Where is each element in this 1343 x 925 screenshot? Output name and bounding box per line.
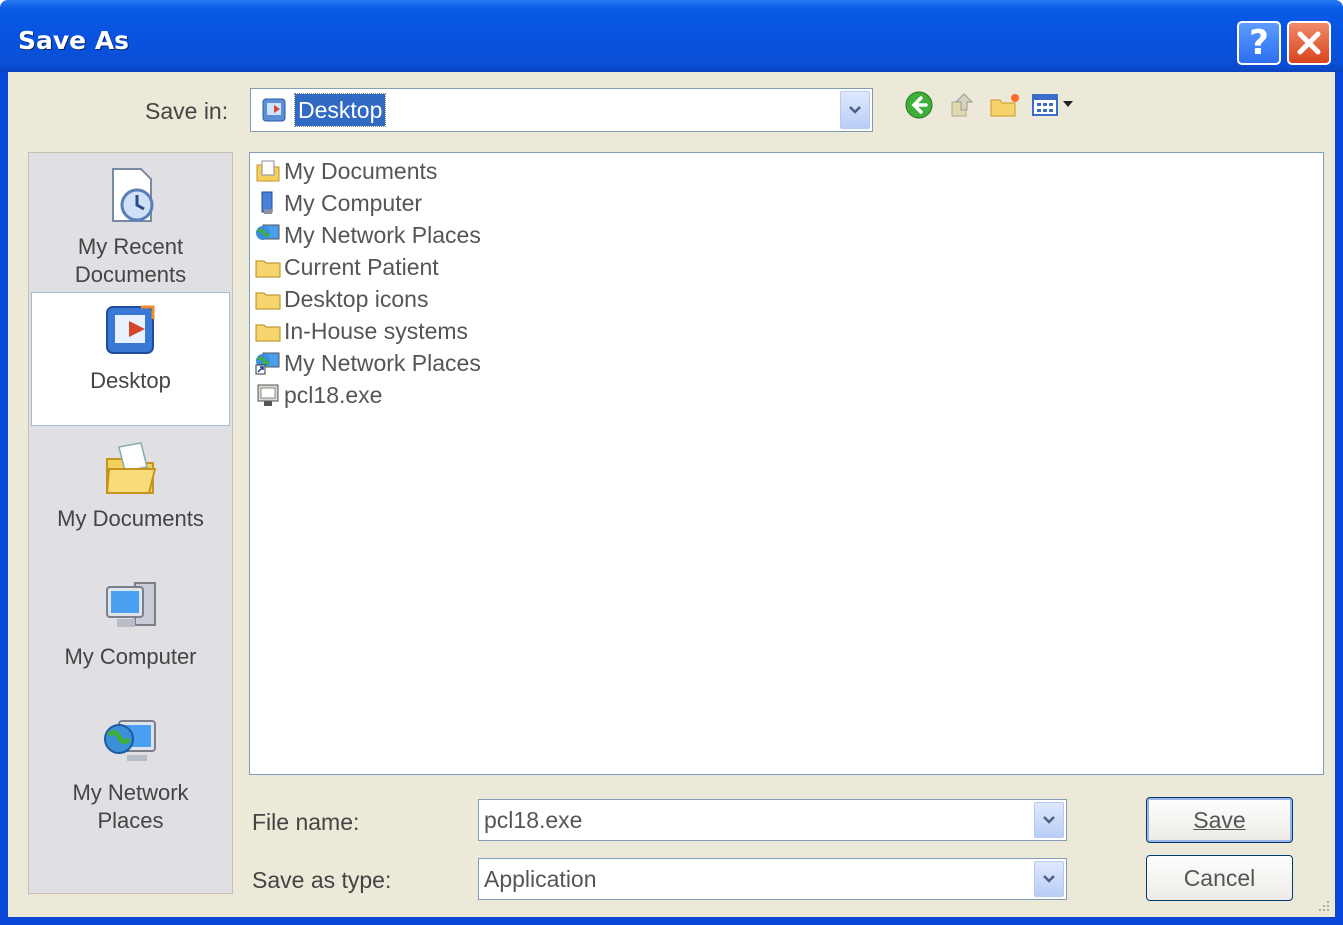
new-folder-button[interactable] (988, 88, 1022, 122)
file-name-value: pcl18.exe (484, 807, 583, 833)
views-menu-button[interactable] (1030, 88, 1078, 122)
up-one-level-button[interactable] (944, 88, 978, 122)
file-name: Desktop icons (284, 285, 429, 312)
folder-icon (255, 324, 281, 342)
list-item[interactable]: pcl18.exe (254, 379, 382, 411)
place-label: My Documents (57, 506, 204, 531)
save-in-value: Desktop (293, 93, 387, 127)
chevron-down-icon (1043, 816, 1055, 824)
cancel-button-label: Cancel (1183, 864, 1256, 891)
place-label: My Recent Documents (74, 234, 187, 287)
list-item[interactable]: My Computer (254, 187, 422, 219)
place-my-documents[interactable]: My Documents (31, 439, 230, 539)
save-as-type-label: Save as type: (252, 867, 392, 893)
resize-grip-icon[interactable] (1317, 899, 1331, 913)
dialog-client-area: Save in: Desktop My Recent Documents Des… (8, 72, 1335, 917)
my-computer-icon (105, 582, 156, 627)
up-one-level-icon (951, 93, 974, 117)
file-name: My Documents (284, 157, 438, 184)
place-my-recent-documents[interactable]: My Recent Documents (31, 163, 230, 287)
save-as-dialog: Save As ? Save in: Desktop My Recent Doc… (0, 0, 1343, 925)
save-as-type-dropdown-button[interactable] (1034, 861, 1064, 897)
place-label: Desktop (90, 368, 171, 393)
list-item[interactable]: Desktop icons (254, 283, 428, 315)
file-name: My Computer (284, 189, 423, 216)
save-as-type-dropdown[interactable]: Application (478, 858, 1067, 900)
my-documents-icon (105, 442, 156, 494)
desktop-icon (262, 98, 286, 122)
file-name-dropdown-button[interactable] (1034, 802, 1064, 838)
cancel-button[interactable]: Cancel (1146, 855, 1293, 901)
place-label: My Computer (64, 644, 197, 669)
list-item[interactable]: My Documents (254, 155, 437, 187)
save-in-dropdown[interactable]: Desktop (250, 88, 873, 132)
file-name: In-House systems (284, 317, 469, 344)
question-mark-icon: ? (1249, 23, 1269, 63)
places-bar: My Recent Documents Desktop My Documents (28, 152, 233, 894)
save-in-dropdown-button[interactable] (840, 91, 870, 129)
folder-icon (255, 260, 281, 278)
save-button[interactable]: Save (1146, 797, 1293, 843)
save-in-label: Save in: (145, 98, 229, 124)
list-item[interactable]: My Network Places (254, 219, 481, 251)
list-item[interactable]: Current Patient (254, 251, 439, 283)
file-list[interactable]: My Documents My Computer My Network Plac… (249, 152, 1324, 775)
new-folder-icon (990, 94, 1019, 117)
place-my-network-places[interactable]: My Network Places (31, 713, 230, 843)
exe-file-icon (257, 384, 279, 406)
my-documents-small-icon (256, 160, 280, 182)
save-as-type-value: Application (484, 866, 597, 892)
network-shortcut-icon (255, 352, 280, 375)
file-name: My Network Places (284, 221, 481, 248)
title-bar[interactable]: Save As ? (0, 0, 1343, 72)
recent-documents-icon (111, 168, 153, 222)
view-menu-icon (1032, 94, 1073, 116)
file-name-label: File name: (252, 809, 360, 835)
help-button[interactable]: ? (1237, 21, 1281, 65)
folder-icon (255, 292, 281, 310)
desktop-icon (105, 305, 154, 354)
file-name: pcl18.exe (284, 381, 383, 408)
list-item[interactable]: In-House systems (254, 315, 468, 347)
list-item[interactable]: My Network Places (254, 347, 481, 379)
file-name: Current Patient (284, 253, 439, 280)
dialog-title: Save As (18, 26, 130, 55)
file-name: My Network Places (284, 349, 481, 376)
network-small-icon (256, 224, 280, 240)
back-arrow-icon (905, 91, 933, 119)
close-x-icon (1297, 31, 1321, 55)
save-button-label: Save (1193, 806, 1246, 833)
network-places-icon (103, 720, 156, 761)
place-label: My Network Places (72, 780, 189, 833)
file-name-input[interactable]: pcl18.exe (478, 799, 1067, 841)
back-button[interactable] (902, 88, 936, 122)
place-desktop[interactable]: Desktop (31, 292, 230, 426)
place-my-computer[interactable]: My Computer (31, 577, 230, 687)
chevron-down-icon (1043, 875, 1055, 883)
computer-small-icon (261, 191, 273, 214)
chevron-down-icon (849, 106, 861, 114)
close-button[interactable] (1287, 21, 1331, 65)
